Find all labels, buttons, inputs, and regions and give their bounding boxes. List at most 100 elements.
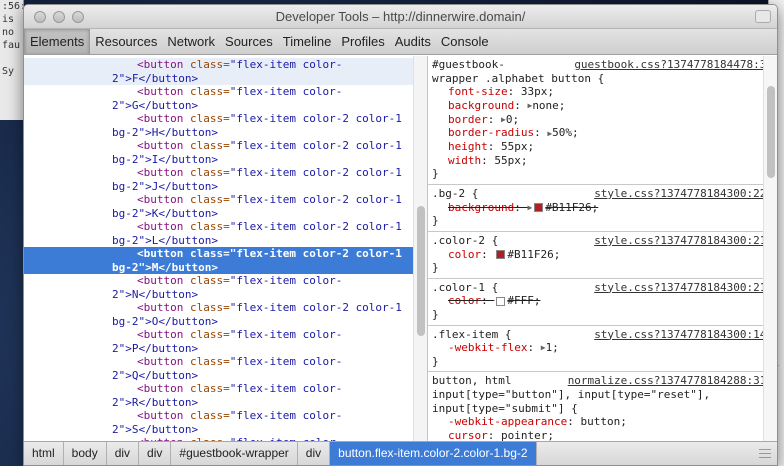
- color-swatch-icon[interactable]: [534, 203, 544, 213]
- dom-node-button[interactable]: <button class="flex-item color-2 color-1…: [24, 247, 427, 274]
- zoom-window-button[interactable]: [72, 11, 84, 23]
- css-property-name[interactable]: color: [448, 248, 481, 261]
- css-property[interactable]: color: #FFF;: [432, 294, 773, 308]
- css-source-link[interactable]: normalize.css?1374778184288:314: [568, 374, 773, 388]
- dom-node-button[interactable]: <button class="flex-item color- 2">S</but…: [24, 409, 427, 436]
- breadcrumb-item[interactable]: body: [64, 442, 107, 465]
- tab-console[interactable]: Console: [436, 29, 494, 54]
- tab-elements[interactable]: Elements: [24, 29, 91, 54]
- dom-node-button[interactable]: <button class="flex-item color- 2">G</but…: [24, 85, 427, 112]
- dom-node-button[interactable]: <button class="flex-item color-2 color-1…: [24, 112, 427, 139]
- css-selector[interactable]: input[type="button"], input[type="reset"…: [432, 388, 773, 402]
- css-property[interactable]: background: ▶none;: [432, 99, 773, 113]
- css-property[interactable]: width: 55px;: [432, 154, 773, 168]
- css-selector[interactable]: input[type="submit"] {: [432, 402, 773, 416]
- css-rule[interactable]: #guestbook-guestbook.css?1374778184478:3…: [428, 56, 777, 185]
- css-property-name[interactable]: font-size: [448, 85, 508, 98]
- color-swatch-icon[interactable]: [496, 296, 506, 306]
- breadcrumb-item[interactable]: button.flex-item.color-2.color-1.bg-2: [330, 442, 537, 465]
- dom-node-button[interactable]: <button class="flex-item color-2 color-1…: [24, 139, 427, 166]
- window-titlebar[interactable]: Developer Tools – http://dinnerwire.doma…: [24, 5, 777, 29]
- styles-scrollbar[interactable]: [763, 56, 777, 441]
- tab-network[interactable]: Network: [162, 29, 220, 54]
- css-property-name[interactable]: width: [448, 154, 481, 167]
- css-property-name[interactable]: -webkit-flex: [448, 341, 527, 354]
- css-rule[interactable]: .bg-2 { style.css?1374778184300:222 backgr…: [428, 185, 777, 232]
- resize-grip-icon[interactable]: [759, 449, 771, 458]
- css-property-value[interactable]: #FFF;: [507, 294, 540, 307]
- expand-triangle-icon[interactable]: ▶: [527, 201, 532, 215]
- scrollbar-thumb[interactable]: [767, 86, 775, 178]
- css-property[interactable]: font-size: 33px;: [432, 85, 773, 99]
- css-rule[interactable]: button, html normalize.css?1374778184288:…: [428, 372, 777, 441]
- breadcrumb-item[interactable]: html: [24, 442, 64, 465]
- dom-node-button[interactable]: <button class="flex-item color-2 color-1…: [24, 220, 427, 247]
- css-selector[interactable]: .bg-2 {: [432, 187, 478, 201]
- tab-timeline[interactable]: Timeline: [278, 29, 337, 54]
- css-property-value[interactable]: 33px;: [521, 85, 554, 98]
- css-property[interactable]: -webkit-flex: ▶1;: [432, 341, 773, 355]
- scrollbar-thumb[interactable]: [417, 206, 425, 336]
- css-property-name[interactable]: color: [448, 294, 481, 307]
- css-property-name[interactable]: height: [448, 140, 488, 153]
- css-property-value[interactable]: 55px;: [501, 140, 534, 153]
- css-property-value[interactable]: #B11F26;: [507, 248, 560, 261]
- css-property[interactable]: cursor: pointer;: [432, 429, 773, 441]
- css-property-name[interactable]: border-radius: [448, 126, 534, 139]
- css-selector[interactable]: .flex-item {: [432, 328, 511, 342]
- css-selector[interactable]: button, html: [432, 374, 511, 388]
- css-property[interactable]: color: #B11F26;: [432, 248, 773, 262]
- css-property-value[interactable]: 0;: [506, 113, 519, 126]
- css-property-value[interactable]: pointer;: [501, 429, 554, 441]
- breadcrumb-item[interactable]: div: [298, 442, 331, 465]
- dom-node-button[interactable]: <button class="flex-item color- 2">F</but…: [24, 58, 427, 85]
- css-selector[interactable]: .color-2 {: [432, 234, 498, 248]
- css-property[interactable]: background: ▶ #B11F26;: [432, 201, 773, 215]
- css-property[interactable]: height: 55px;: [432, 140, 773, 154]
- css-source-link[interactable]: style.css?1374778184300:222: [594, 187, 773, 201]
- css-property-value[interactable]: 50%;: [552, 126, 579, 139]
- css-property[interactable]: -webkit-appearance: button;: [432, 415, 773, 429]
- close-window-button[interactable]: [34, 11, 46, 23]
- color-swatch-icon[interactable]: [496, 250, 506, 260]
- css-property-name[interactable]: -webkit-appearance: [448, 415, 567, 428]
- dom-node-button[interactable]: <button class="flex-item color- 2">P</but…: [24, 328, 427, 355]
- css-property-value[interactable]: none;: [532, 99, 565, 112]
- css-selector[interactable]: .color-1 {: [432, 281, 498, 295]
- css-property[interactable]: border-radius: ▶50%;: [432, 126, 773, 140]
- css-source-link[interactable]: style.css?1374778184300:215: [594, 281, 773, 295]
- minimize-window-button[interactable]: [53, 11, 65, 23]
- css-source-link[interactable]: style.css?1374778184300:145: [594, 328, 773, 342]
- css-source-link[interactable]: style.css?1374778184300:216: [594, 234, 773, 248]
- dom-node-button[interactable]: <button class="flex-item color-2 color-1…: [24, 193, 427, 220]
- elements-scrollbar[interactable]: [413, 56, 427, 441]
- css-selector[interactable]: wrapper .alphabet button {: [432, 72, 773, 86]
- css-property-name[interactable]: border: [448, 113, 488, 126]
- fullscreen-button[interactable]: [755, 10, 771, 23]
- breadcrumb-item[interactable]: #guestbook-wrapper: [171, 442, 298, 465]
- css-property-value[interactable]: #B11F26;: [545, 201, 598, 214]
- css-property-value[interactable]: 1;: [546, 341, 559, 354]
- css-property-name[interactable]: cursor: [448, 429, 488, 441]
- css-rule[interactable]: .color-1 {style.css?1374778184300:215 col…: [428, 279, 777, 326]
- css-property[interactable]: border: ▶0;: [432, 113, 773, 127]
- css-rule[interactable]: .color-2 {style.css?1374778184300:216 col…: [428, 232, 777, 279]
- dom-node-button[interactable]: <button class="flex-item color-2 color-1…: [24, 166, 427, 193]
- breadcrumb-item[interactable]: div: [107, 442, 140, 465]
- styles-sidebar[interactable]: #guestbook-guestbook.css?1374778184478:3…: [428, 56, 777, 441]
- tab-audits[interactable]: Audits: [390, 29, 436, 54]
- breadcrumb-item[interactable]: div: [139, 442, 172, 465]
- tab-profiles[interactable]: Profiles: [336, 29, 389, 54]
- css-property-name[interactable]: background: [448, 99, 514, 112]
- css-rule[interactable]: .flex-item {style.css?1374778184300:145-…: [428, 326, 777, 373]
- css-property-value[interactable]: 55px;: [494, 154, 527, 167]
- css-selector[interactable]: #guestbook-: [432, 58, 505, 72]
- background-terminal-window[interactable]: :56:24.400 is no fau Sy: [0, 0, 24, 120]
- tab-resources[interactable]: Resources: [90, 29, 162, 54]
- elements-tree-pane[interactable]: <button class="flex-item color- 2">F</but…: [24, 56, 428, 441]
- css-property-name[interactable]: background: [448, 201, 514, 214]
- dom-node-button[interactable]: <button class="flex-item color-2 color-1…: [24, 301, 427, 328]
- dom-node-button[interactable]: <button class="flex-item color- 2">R</but…: [24, 382, 427, 409]
- tab-sources[interactable]: Sources: [220, 29, 278, 54]
- dom-node-button[interactable]: <button class="flex-item color- 2">Q</but…: [24, 355, 427, 382]
